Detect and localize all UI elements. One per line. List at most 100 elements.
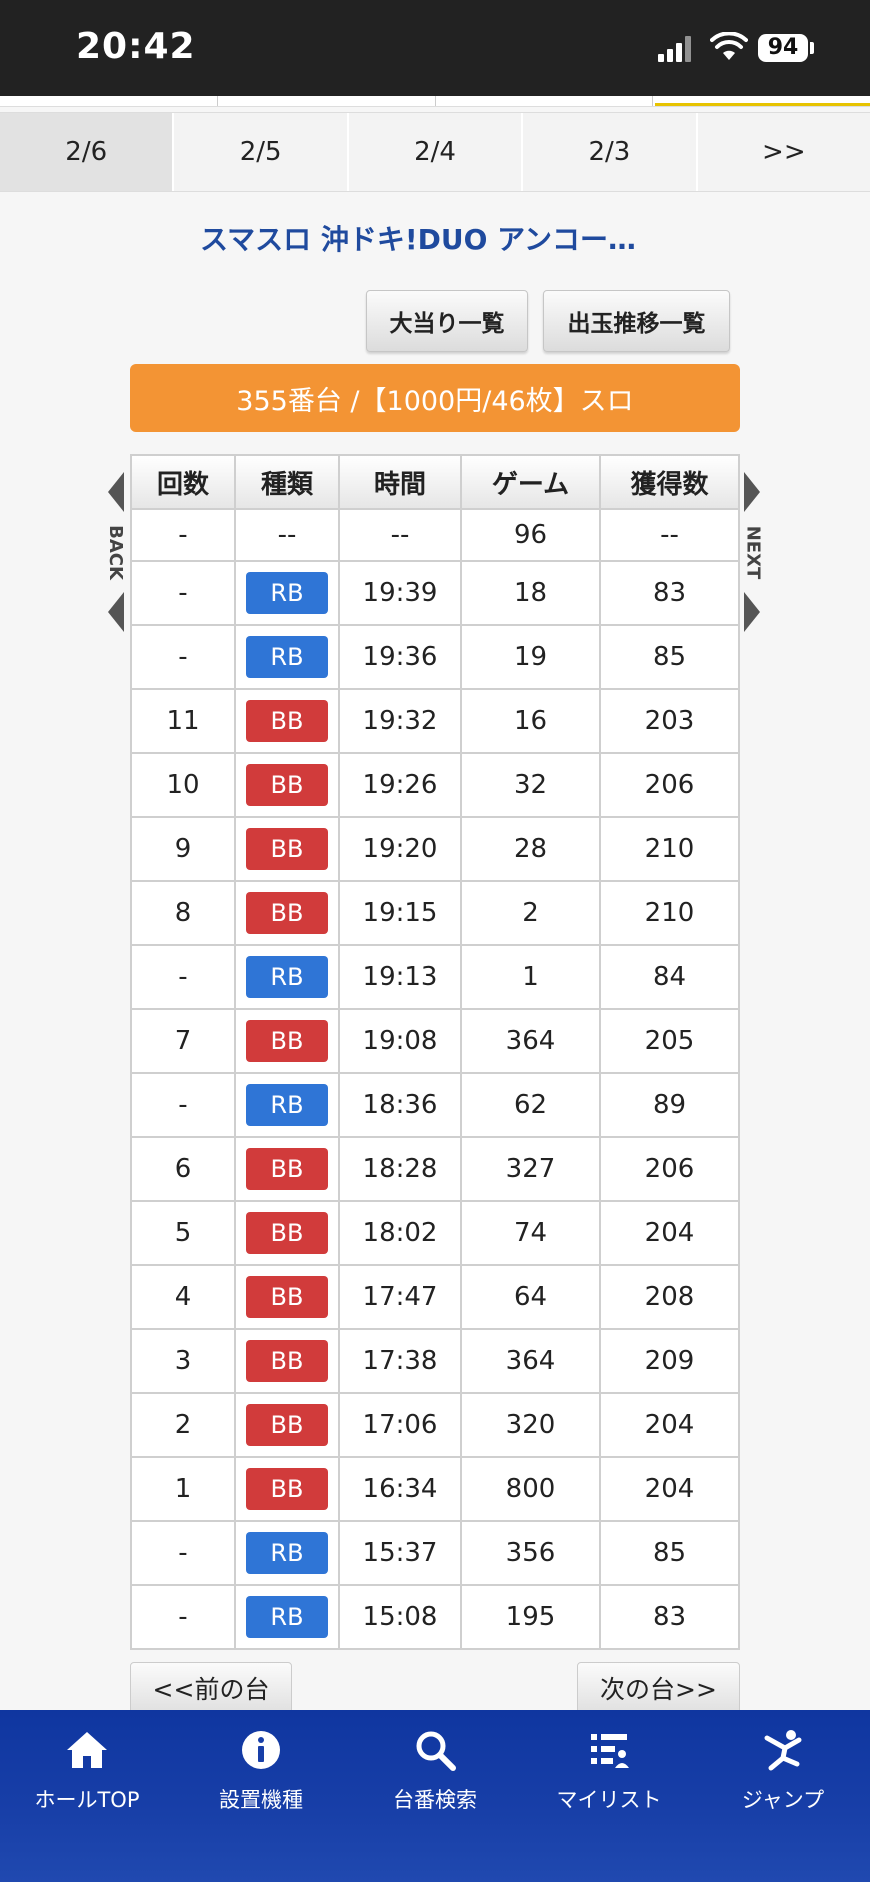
cell-count: 9 — [130, 816, 236, 882]
cell-time: 16:34 — [338, 1456, 462, 1522]
tab-date-3[interactable]: 2/4 — [349, 113, 524, 191]
next-arrow[interactable]: NEXT — [742, 472, 766, 632]
table-row: - RB 19:39 18 83 — [130, 560, 740, 626]
cell-games: 16 — [460, 688, 601, 754]
rb-badge: RB — [246, 1084, 328, 1126]
cell-kind: BB — [234, 688, 340, 754]
cell-games: 2 — [460, 880, 601, 946]
tab-date-1[interactable]: 2/6 — [0, 113, 175, 191]
cell-games: 800 — [460, 1456, 601, 1522]
cell-games: 64 — [460, 1264, 601, 1330]
list-icon — [591, 1734, 629, 1768]
cell-kind: BB — [234, 1328, 340, 1394]
cell-count: - — [130, 508, 236, 562]
cell-count: 2 — [130, 1392, 236, 1458]
bb-badge: BB — [246, 1148, 328, 1190]
back-arrow-up-icon — [108, 472, 124, 512]
table-row: 9 BB 19:20 28 210 — [130, 816, 740, 882]
nav-machines[interactable]: 設置機種 — [174, 1710, 348, 1882]
cell-kind: RB — [234, 560, 340, 626]
table-row: - RB 19:36 19 85 — [130, 624, 740, 690]
cell-count: 8 — [130, 880, 236, 946]
bb-badge: BB — [246, 1340, 328, 1382]
nav-hall-top[interactable]: ホールTOP — [0, 1710, 174, 1882]
back-arrow[interactable]: BACK — [104, 472, 130, 632]
cell-games: 1 — [460, 944, 601, 1010]
cell-time: 19:32 — [338, 688, 462, 754]
cell-payout: 83 — [599, 560, 740, 626]
cell-count: 1 — [130, 1456, 236, 1522]
next-machine-button[interactable]: 次の台>> — [577, 1662, 740, 1714]
bb-badge: BB — [246, 892, 328, 934]
header-kind: 種類 — [234, 454, 340, 510]
table-row: - RB 18:36 62 89 — [130, 1072, 740, 1138]
cell-time: -- — [338, 508, 462, 562]
cell-kind: BB — [234, 1008, 340, 1074]
cell-kind: BB — [234, 1456, 340, 1522]
nav-label: マイリスト — [556, 1788, 662, 1812]
cell-kind: BB — [234, 1200, 340, 1266]
cell-payout: 206 — [599, 1136, 740, 1202]
cell-time: 18:02 — [338, 1200, 462, 1266]
table-row: 2 BB 17:06 320 204 — [130, 1392, 740, 1458]
cell-games: 74 — [460, 1200, 601, 1266]
table-row: - RB 15:37 356 85 — [130, 1520, 740, 1586]
cell-count: - — [130, 624, 236, 690]
bb-badge: BB — [246, 700, 328, 742]
prev-machine-button[interactable]: <<前の台 — [130, 1662, 292, 1714]
table-row: - RB 15:08 195 83 — [130, 1584, 740, 1650]
table-row: 10 BB 19:26 32 206 — [130, 752, 740, 818]
rb-badge: RB — [246, 636, 328, 678]
cell-payout: -- — [599, 508, 740, 562]
cell-games: 327 — [460, 1136, 601, 1202]
cell-games: 364 — [460, 1328, 601, 1394]
nav-label: ジャンプ — [741, 1788, 825, 1812]
search-icon — [416, 1731, 456, 1771]
jump-icon — [764, 1730, 802, 1771]
cell-payout: 204 — [599, 1392, 740, 1458]
cell-time: 15:08 — [338, 1584, 462, 1650]
payout-history-button[interactable]: 出玉推移一覧 — [543, 290, 730, 352]
date-tabs: 2/6 2/5 2/4 2/3 >> — [0, 112, 870, 192]
cell-payout: 208 — [599, 1264, 740, 1330]
cell-kind: RB — [234, 1520, 340, 1586]
back-label: BACK — [104, 525, 126, 580]
nav-mylist[interactable]: マイリスト — [522, 1710, 696, 1882]
table-row: 7 BB 19:08 364 205 — [130, 1008, 740, 1074]
cell-games: 320 — [460, 1392, 601, 1458]
cell-time: 18:36 — [338, 1072, 462, 1138]
cell-time: 19:36 — [338, 624, 462, 690]
cell-payout: 85 — [599, 1520, 740, 1586]
cell-time: 19:15 — [338, 880, 462, 946]
battery-icon: 94 — [758, 34, 808, 62]
machine-banner: 355番台 /【1000円/46枚】スロ — [130, 364, 740, 432]
cell-kind: BB — [234, 816, 340, 882]
cell-time: 17:47 — [338, 1264, 462, 1330]
cell-payout: 85 — [599, 624, 740, 690]
nav-search[interactable]: 台番検索 — [348, 1710, 522, 1882]
cell-games: 28 — [460, 816, 601, 882]
bb-badge: BB — [246, 828, 328, 870]
header-time: 時間 — [338, 454, 462, 510]
cell-games: 62 — [460, 1072, 601, 1138]
status-time: 20:42 — [76, 26, 196, 67]
nav-jump[interactable]: ジャンプ — [696, 1710, 870, 1882]
tab-date-4[interactable]: 2/3 — [523, 113, 698, 191]
cell-games: 195 — [460, 1584, 601, 1650]
bb-badge: BB — [246, 764, 328, 806]
cell-payout: 204 — [599, 1200, 740, 1266]
cell-payout: 205 — [599, 1008, 740, 1074]
nav-label: 設置機種 — [219, 1788, 303, 1812]
cell-games: 96 — [460, 508, 601, 562]
big-hit-list-button[interactable]: 大当り一覧 — [366, 290, 528, 352]
cell-time: 15:37 — [338, 1520, 462, 1586]
next-arrow-up-icon — [744, 472, 760, 512]
cell-kind: RB — [234, 1072, 340, 1138]
wifi-icon — [710, 32, 748, 60]
tab-date-2[interactable]: 2/5 — [174, 113, 349, 191]
cell-kind: BB — [234, 1136, 340, 1202]
cell-kind: BB — [234, 880, 340, 946]
big-hit-table: 回数 種類 時間 ゲーム 獲得数 - -- -- 96 -- - RB 19:39 1… — [130, 454, 740, 1650]
tab-date-more[interactable]: >> — [698, 113, 870, 191]
machine-title[interactable]: スマスロ 沖ドキ!DUO アンコー… — [0, 218, 836, 258]
